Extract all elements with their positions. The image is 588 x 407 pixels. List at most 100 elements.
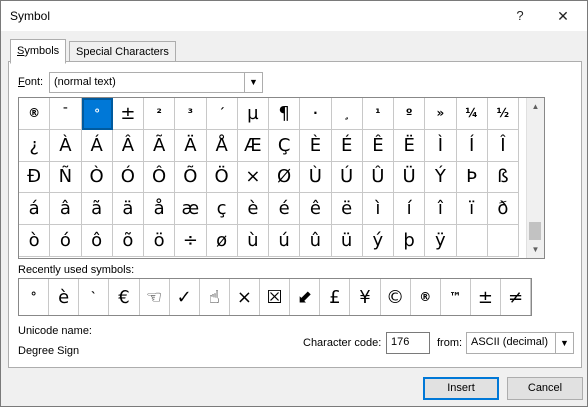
help-button[interactable]: ? [506,5,534,27]
symbol-cell[interactable]: õ [112,225,144,257]
symbol-cell[interactable]: ¹ [362,98,394,130]
symbol-cell[interactable]: â [50,193,82,226]
tab-symbols[interactable]: Symbols [10,39,67,64]
symbol-cell[interactable]: Â [112,129,144,162]
symbol-cell[interactable]: ù [237,225,269,257]
tab-special-characters[interactable]: Special Characters [69,41,176,63]
font-dropdown[interactable]: (normal text) ▼ [49,72,263,93]
symbol-cell[interactable]: ± [112,98,144,130]
symbol-cell[interactable]: µ [237,98,269,130]
symbol-cell[interactable]: Ó [112,161,144,194]
symbol-cell[interactable]: ø [206,225,238,257]
symbol-cell[interactable]: × [237,161,269,194]
cancel-button[interactable]: Cancel [507,377,583,400]
symbol-cell[interactable]: Ú [331,161,363,194]
symbol-cell[interactable]: Æ [237,129,269,162]
recent-symbol-cell[interactable]: ☜ [140,279,170,315]
symbol-cell[interactable]: Ã [144,129,176,162]
symbol-grid-scrollbar[interactable]: ▲ ▼ [526,98,544,258]
recent-symbol-cell[interactable]: ☒ [260,279,291,315]
symbol-cell[interactable]: È [300,129,332,162]
symbol-cell[interactable]: ê [300,193,332,226]
symbol-cell[interactable]: ¿ [19,129,51,162]
symbol-cell[interactable]: ä [112,193,144,226]
symbol-cell[interactable]: ü [331,225,363,257]
from-dropdown[interactable]: ASCII (decimal) ▼ [466,332,574,354]
symbol-cell[interactable]: Ö [206,161,238,194]
symbol-cell[interactable]: é [269,193,301,226]
symbol-cell[interactable]: É [331,129,363,162]
symbol-cell[interactable]: û [300,225,332,257]
symbol-cell[interactable]: ú [269,225,301,257]
recent-symbol-cell[interactable]: ± [471,279,501,315]
recent-symbol-cell[interactable]: ¥ [350,279,381,315]
symbol-cell[interactable]: í [394,193,426,226]
insert-button[interactable]: Insert [423,377,499,400]
symbol-cell[interactable]: Õ [175,161,207,194]
symbol-cell[interactable]: Û [362,161,394,194]
recent-symbol-cell[interactable]: ✓ [170,279,200,315]
symbol-cell[interactable]: ó [50,225,82,257]
symbol-cell[interactable]: Ê [362,129,394,162]
symbol-cell[interactable]: Ð [19,161,51,194]
symbol-cell[interactable]: ² [144,98,176,130]
symbol-cell[interactable]: Ì [425,129,457,162]
scroll-down-icon[interactable]: ▼ [527,241,544,258]
symbol-cell[interactable]: æ [175,193,207,226]
symbol-cell[interactable]: ¼ [456,98,488,130]
recent-symbol-cell[interactable]: ` [79,279,110,315]
scroll-thumb[interactable] [529,222,541,240]
symbol-cell[interactable]: » [425,98,457,130]
symbol-cell[interactable]: ò [19,225,51,257]
symbol-cell[interactable]: ÿ [425,225,457,257]
symbol-cell[interactable]: å [144,193,176,226]
symbol-cell[interactable]: ¶ [269,98,301,130]
symbol-cell[interactable]: á [19,193,51,226]
symbol-cell[interactable]: Å [206,129,238,162]
symbol-cell[interactable]: ë [331,193,363,226]
symbol-cell[interactable]: ½ [487,98,519,130]
symbol-cell[interactable]: Î [487,129,519,162]
symbol-cell[interactable]: ã [81,193,113,226]
symbol-cell[interactable]: Ñ [50,161,82,194]
recent-symbol-cell[interactable]: ™ [441,279,471,315]
symbol-cell[interactable]: ô [81,225,113,257]
symbol-cell[interactable]: ý [362,225,394,257]
recent-symbol-cell[interactable]: © [381,279,411,315]
recent-symbol-cell[interactable]: £ [320,279,351,315]
symbol-cell[interactable]: À [50,129,82,162]
symbol-cell[interactable]: ç [206,193,238,226]
symbol-cell[interactable]: ³ [175,98,207,130]
symbol-cell[interactable]: Ø [269,161,301,194]
symbol-cell[interactable]: ð [487,193,519,226]
recent-symbol-cell[interactable]: ≠ [501,279,532,315]
recent-symbol-cell[interactable]: ⬋ [290,279,321,315]
recent-symbol-cell[interactable]: è [49,279,80,315]
symbol-cell[interactable]: Ù [300,161,332,194]
symbol-cell[interactable]: î [425,193,457,226]
symbol-cell[interactable]: Ç [269,129,301,162]
close-button[interactable]: ✕ [549,5,577,27]
symbol-cell[interactable]: ® [19,98,51,130]
symbol-cell[interactable]: Ë [394,129,426,162]
symbol-cell[interactable]: Ü [394,161,426,194]
symbol-cell[interactable]: Á [81,129,113,162]
recent-symbol-cell[interactable]: ® [411,279,441,315]
symbol-cell[interactable]: ÷ [175,225,207,257]
symbol-cell[interactable]: · [300,98,332,130]
recent-symbol-cell[interactable]: € [109,279,140,315]
symbol-cell[interactable]: ì [362,193,394,226]
symbol-cell[interactable]: þ [394,225,426,257]
symbol-cell[interactable]: Ý [425,161,457,194]
symbol-cell[interactable]: Í [456,129,488,162]
symbol-cell[interactable]: Ò [81,161,113,194]
symbol-cell[interactable]: ° [81,98,113,130]
symbol-cell[interactable]: Þ [456,161,488,194]
character-code-input[interactable]: 176 [386,332,430,354]
scroll-up-icon[interactable]: ▲ [527,98,544,115]
symbol-cell[interactable]: ï [456,193,488,226]
symbol-cell[interactable]: ´ [206,98,238,130]
recent-symbol-cell[interactable]: × [230,279,260,315]
symbol-cell[interactable]: º [394,98,426,130]
symbol-cell[interactable]: ß [487,161,519,194]
